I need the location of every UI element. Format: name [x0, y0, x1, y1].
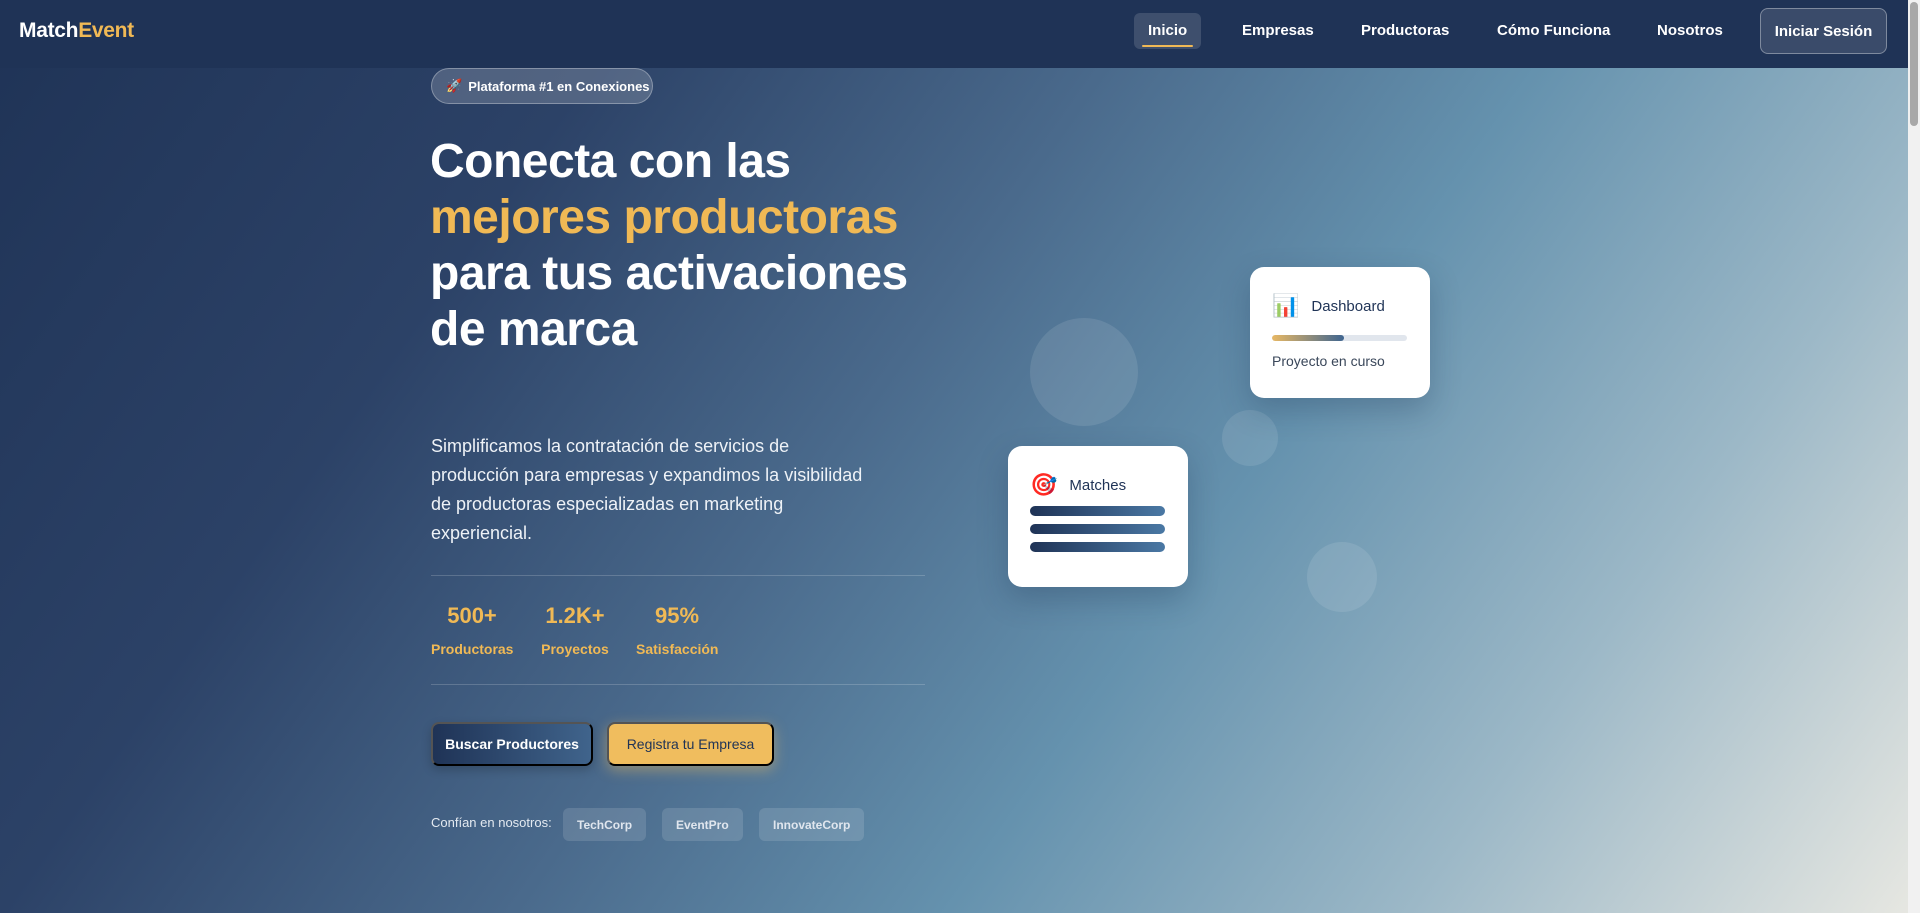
nav-como-funciona[interactable]: Cómo Funciona	[1483, 13, 1624, 49]
hero-headline: Conecta con las mejores productoras para…	[430, 134, 910, 358]
nav-nosotros[interactable]: Nosotros	[1643, 13, 1737, 49]
project-progress-bar	[1272, 335, 1407, 341]
stats-bottom-divider	[431, 684, 925, 685]
target-icon: 🎯	[1030, 472, 1058, 497]
match-item-bar	[1030, 542, 1165, 552]
logo[interactable]: MatchEvent	[19, 19, 134, 43]
nav-empresas[interactable]: Empresas	[1228, 13, 1328, 49]
stat-value: 95%	[654, 603, 700, 628]
dashboard-card-note: Proyecto en curso	[1272, 353, 1385, 369]
navbar: MatchEvent Inicio Empresas Productoras C…	[0, 0, 1908, 68]
match-item-bar	[1030, 524, 1165, 534]
trust-logo-eventpro: EventPro	[662, 808, 743, 841]
stat-label: Proyectos	[541, 641, 609, 657]
bar-chart-icon: 📊	[1272, 293, 1300, 318]
platform-badge: 🚀 Plataforma #1 en Conexiones	[431, 68, 653, 104]
stat-proyectos: 1.2K+ Proyectos	[540, 600, 610, 657]
decorative-bubble	[1307, 542, 1377, 612]
logo-part-event: Event	[78, 19, 134, 42]
rocket-icon: 🚀	[446, 78, 463, 93]
stat-value: 500+	[447, 603, 497, 628]
dashboard-card-title: Dashboard	[1311, 297, 1385, 315]
headline-highlight: mejores productoras	[430, 191, 898, 244]
trust-label: Confían en nosotros:	[431, 815, 552, 830]
stats-top-divider	[431, 575, 925, 576]
stat-satisfaccion: 95% Satisfacción	[636, 600, 718, 657]
headline-part2: para tus activaciones de marca	[430, 247, 908, 356]
scrollbar-thumb[interactable]	[1910, 2, 1918, 126]
trust-logo-innovatecorp: InnovateCorp	[759, 808, 865, 841]
page-scrollbar[interactable]	[1908, 0, 1920, 913]
decorative-bubble	[1222, 410, 1278, 466]
matches-card: 🎯 Matches	[1008, 446, 1188, 587]
hero-subtitle: Simplificamos la contratación de servici…	[431, 436, 863, 543]
decorative-bubble	[1030, 318, 1138, 426]
match-item-bar	[1030, 506, 1165, 516]
logo-part-match: Match	[19, 19, 79, 42]
project-progress-fill	[1272, 335, 1344, 341]
register-company-button[interactable]: Registra tu Empresa	[607, 722, 774, 766]
stat-label: Satisfacción	[636, 641, 719, 657]
nav-productoras[interactable]: Productoras	[1347, 13, 1463, 49]
matches-card-title: Matches	[1069, 476, 1127, 494]
login-button[interactable]: Iniciar Sesión	[1760, 8, 1887, 54]
trust-logo-techcorp: TechCorp	[563, 808, 647, 841]
badge-text: Plataforma #1 en Conexiones	[468, 78, 650, 94]
nav-inicio[interactable]: Inicio	[1134, 13, 1202, 49]
dashboard-card: 📊 Dashboard Proyecto en curso	[1250, 267, 1430, 398]
stat-label: Productoras	[431, 641, 514, 657]
search-producers-button[interactable]: Buscar Productores	[431, 722, 593, 766]
matches-card-header: 🎯 Matches	[1030, 472, 1166, 498]
matches-list	[1030, 506, 1166, 552]
headline-part1: Conecta con las	[430, 135, 791, 188]
dashboard-card-header: 📊 Dashboard	[1272, 293, 1408, 319]
stat-productoras: 500+ Productoras	[431, 600, 513, 657]
stat-value: 1.2K+	[545, 603, 605, 628]
